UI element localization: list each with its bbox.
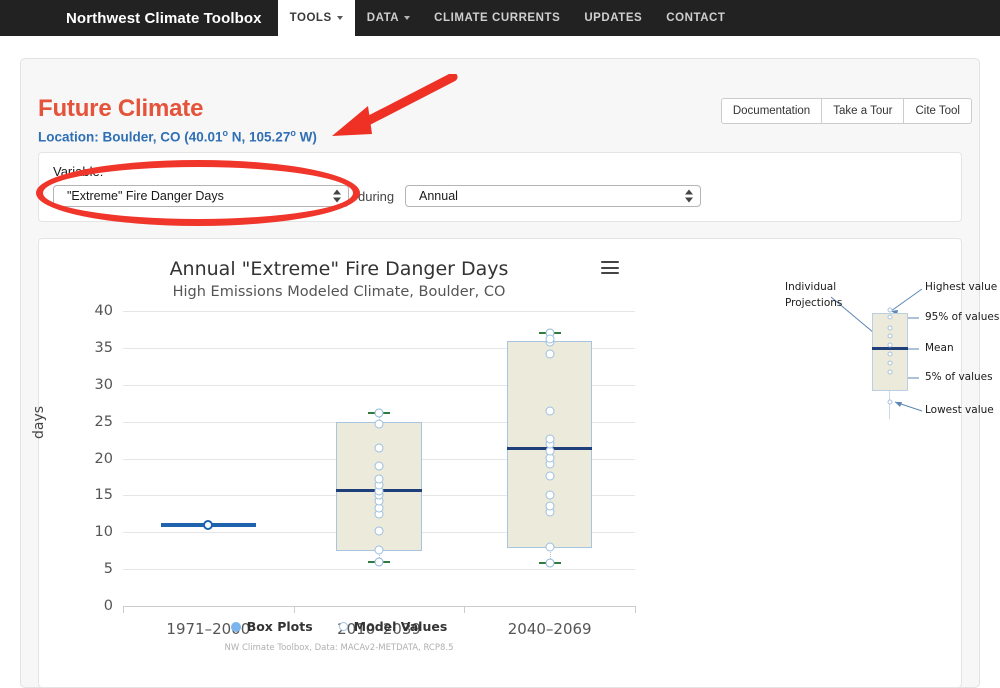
select-spinner-icon xyxy=(685,189,693,203)
diagram-projection-dot xyxy=(887,314,893,320)
select-spinner-icon xyxy=(333,189,341,203)
location-suffix: W) xyxy=(295,129,317,145)
location-mid: N, 105.27 xyxy=(228,129,291,145)
diagram-label-pct95: 95% of values xyxy=(925,311,1000,323)
y-axis-tick-label: 20 xyxy=(94,450,113,467)
header-button-group: Documentation Take a Tour Cite Tool xyxy=(720,98,972,124)
box-plot-chart: days 0 5 10 15 20 25 30 35 40 1971–2000 2010–2039 2… xyxy=(31,239,639,657)
boxplot-legend-diagram: Individual Projections Highest value 95%… xyxy=(779,271,1000,419)
nav-item-climate-currents-label: CLIMATE CURRENTS xyxy=(434,12,561,24)
diagram-label-lowest: Lowest value xyxy=(925,404,994,416)
model-value-dot xyxy=(374,474,384,484)
extreme-cap-lowest xyxy=(383,561,390,564)
extreme-cap-highest xyxy=(553,332,561,335)
y-axis-label: days xyxy=(31,405,47,439)
model-value-dot xyxy=(545,542,555,552)
diagram-projection-dot xyxy=(887,325,893,331)
legend-label-model-values: Model Values xyxy=(353,619,448,634)
variable-select[interactable]: "Extreme" Fire Danger Days xyxy=(53,185,349,207)
diagram-label-projections: Projections xyxy=(785,297,843,309)
legend-item-box-plots[interactable]: Box Plots xyxy=(230,619,313,634)
during-label: during xyxy=(358,189,395,204)
time-period-select-value: Annual xyxy=(419,189,458,203)
nav-item-tools[interactable]: TOOLS xyxy=(277,0,355,36)
nav-item-data[interactable]: DATA xyxy=(355,0,422,36)
documentation-button[interactable]: Documentation xyxy=(720,98,823,124)
extreme-cap-highest xyxy=(383,411,390,414)
chart-credit: NW Climate Toolbox, Data: MACAv2-METDATA… xyxy=(224,643,454,653)
model-value-dot xyxy=(545,471,555,481)
y-axis-tick-label: 35 xyxy=(94,339,113,356)
nav-item-contact[interactable]: CONTACT xyxy=(654,0,737,36)
chart-card: Annual "Extreme" Fire Danger Days High E… xyxy=(31,238,999,688)
model-value-dot xyxy=(545,501,555,511)
y-axis-tick-label: 25 xyxy=(94,413,113,430)
top-navigation-bar: Northwest Climate Toolbox TOOLS DATA CLI… xyxy=(0,0,1000,36)
variable-select-value: "Extreme" Fire Danger Days xyxy=(67,189,224,203)
cite-tool-button[interactable]: Cite Tool xyxy=(903,98,972,124)
diagram-projection-dot xyxy=(887,369,893,375)
diagram-whisker-stem xyxy=(889,391,890,419)
y-axis-tick-label: 15 xyxy=(94,487,113,504)
model-value-dot xyxy=(545,434,555,444)
chevron-down-icon xyxy=(404,16,411,20)
diagram-label-mean: Mean xyxy=(925,342,954,354)
variable-label: Variable: xyxy=(53,164,104,179)
extreme-cap-lowest xyxy=(553,562,561,565)
nav-item-data-label: DATA xyxy=(366,12,400,24)
location-prefix: Location: Boulder, CO (40.01 xyxy=(38,129,223,145)
y-gridline xyxy=(123,569,635,571)
diagram-label-highest: Highest value xyxy=(925,281,998,293)
extreme-marker-highest xyxy=(374,408,384,418)
chevron-down-icon xyxy=(336,16,343,20)
x-axis-tick-mark xyxy=(123,606,124,613)
y-axis-tick-label: 10 xyxy=(94,524,113,541)
x-axis-tick-mark xyxy=(293,606,295,613)
diagram-projection-dot xyxy=(887,333,893,339)
diagram-projection-dot xyxy=(887,307,893,313)
brand-title: Northwest Climate Toolbox xyxy=(66,9,262,27)
y-axis-tick-label: 40 xyxy=(94,303,113,319)
extreme-marker-lowest xyxy=(374,557,384,567)
model-value-dot xyxy=(374,419,384,429)
extreme-marker-lowest xyxy=(545,558,555,568)
model-value-dot xyxy=(545,334,555,344)
nav-item-updates-label: UPDATES xyxy=(584,12,643,24)
model-value-dot xyxy=(374,526,384,536)
time-period-select[interactable]: Annual xyxy=(405,185,701,207)
historical-value-marker xyxy=(203,519,214,530)
y-axis-tick-label: 0 xyxy=(103,598,113,614)
location-subtitle: Location: Boulder, CO (40.01o N, 105.27o… xyxy=(38,128,317,145)
nav-item-updates[interactable]: UPDATES xyxy=(572,0,654,36)
model-value-dot xyxy=(374,443,384,453)
diagram-projection-dot xyxy=(887,342,893,348)
diagram-label-pct5: 5% of values xyxy=(925,371,993,383)
variable-selector-panel: Variable: "Extreme" Fire Danger Days dur… xyxy=(38,152,962,222)
x-axis-tick-mark xyxy=(464,606,466,613)
y-axis-tick-label: 30 xyxy=(94,376,113,393)
diagram-projection-dot xyxy=(887,399,893,405)
diagram-projection-dot xyxy=(887,351,893,357)
x-axis-tick-mark xyxy=(635,606,636,613)
legend-marker-open-icon xyxy=(338,622,348,631)
chart-legend: Box Plots Model Values xyxy=(39,619,639,634)
legend-item-model-values[interactable]: Model Values xyxy=(338,619,448,634)
legend-label-box-plots: Box Plots xyxy=(246,619,313,634)
model-value-dot xyxy=(374,461,384,471)
diagram-projection-dot xyxy=(887,360,893,366)
model-value-dot xyxy=(545,406,555,416)
nav-item-contact-label: CONTACT xyxy=(666,12,726,24)
model-value-dot xyxy=(545,349,555,359)
model-value-dot xyxy=(545,490,555,500)
nav-item-tools-label: TOOLS xyxy=(289,12,332,24)
nav-item-climate-currents[interactable]: CLIMATE CURRENTS xyxy=(422,0,572,36)
x-axis-line xyxy=(123,606,635,607)
diagram-label-individual: Individual xyxy=(785,281,837,293)
y-gridline xyxy=(123,311,635,312)
y-axis-tick-label: 5 xyxy=(103,561,113,578)
take-a-tour-button[interactable]: Take a Tour xyxy=(821,98,905,124)
legend-marker-filled-icon xyxy=(230,621,241,632)
model-value-dot xyxy=(374,545,384,555)
page-title: Future Climate xyxy=(38,95,204,122)
